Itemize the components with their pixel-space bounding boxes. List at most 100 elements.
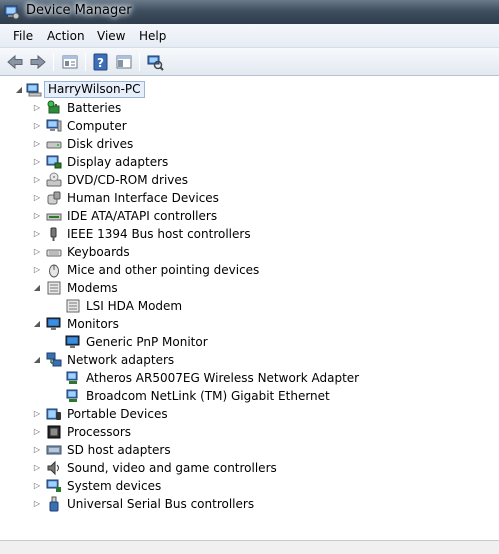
monitor-device-icon [65,335,80,348]
expand-arrow-icon[interactable]: ▷ [32,228,42,240]
dvd-drive-icon [46,172,62,187]
back-icon[interactable] [6,53,24,71]
computer-icon [46,119,62,132]
expand-arrow-icon[interactable]: ▷ [32,444,42,456]
collapse-arrow-icon[interactable]: ◢ [14,84,24,96]
tree-category[interactable]: ▷ Universal Serial Bus controllers [0,495,499,513]
network-adapter-icon [46,352,62,367]
tree-device-label: Atheros AR5007EG Wireless Network Adapte… [86,371,360,385]
tree-category[interactable]: ▷ Computer [0,117,499,135]
menu-help[interactable]: Help [139,29,166,43]
title-bar[interactable]: Device Manager [0,0,499,24]
tree-category-label: IDE ATA/ATAPI controllers [67,209,218,223]
tree-category-label: Universal Serial Bus controllers [67,497,255,511]
tree-category-label: Batteries [67,101,122,115]
tree-category-label: Disk drives [67,137,134,151]
expand-arrow-icon[interactable]: ▷ [32,138,42,150]
tree-category[interactable]: ▷ IDE ATA/ATAPI controllers [0,207,499,225]
menu-action[interactable]: Action [47,29,85,43]
expand-arrow-icon[interactable]: ▷ [32,264,42,276]
collapse-arrow-icon[interactable]: ◢ [32,318,42,330]
tree-device-label: Broadcom NetLink (TM) Gigabit Ethernet [86,389,330,403]
toolbar: ? [0,48,499,76]
tree-category-label: IEEE 1394 Bus host controllers [67,227,251,241]
tree-device[interactable]: Atheros AR5007EG Wireless Network Adapte… [0,369,499,387]
battery-icon [47,100,60,114]
tree-category[interactable]: ◢ Monitors [0,315,499,333]
expand-arrow-icon[interactable]: ▷ [32,498,42,510]
tree-category[interactable]: ▷ System devices [0,477,499,495]
tree-category[interactable]: ▷ DVD/CD-ROM drives [0,171,499,189]
keyboard-icon [46,249,62,257]
tree-category[interactable]: ▷ Display adapters [0,153,499,171]
svg-text:?: ? [97,56,104,70]
tree-category-label: Monitors [67,317,119,331]
help-icon[interactable]: ? [92,53,110,71]
console-tree-icon[interactable] [115,53,133,71]
tree-device-label: LSI HDA Modem [86,299,183,313]
expand-arrow-icon[interactable]: ▷ [32,156,42,168]
portable-device-icon [46,408,61,420]
tree-category[interactable]: ◢ Modems [0,279,499,297]
menu-view[interactable]: View [97,29,125,43]
expand-arrow-icon[interactable]: ▷ [32,246,42,258]
network-device-icon [66,371,78,384]
menu-bar: File Action View Help [0,24,499,48]
tree-category-label: Sound, video and game controllers [67,461,277,475]
tree-category[interactable]: ▷ IEEE 1394 Bus host controllers [0,225,499,243]
modem-icon [47,281,61,295]
tree-root[interactable]: ◢ HarryWilson-PC [0,81,499,99]
expand-arrow-icon[interactable]: ▷ [32,192,42,204]
expand-arrow-icon[interactable]: ▷ [32,102,42,114]
device-manager-icon [4,5,20,20]
tree-category[interactable]: ▷ Human Interface Devices [0,189,499,207]
tree-category[interactable]: ▷ Batteries [0,99,499,117]
mouse-icon [49,264,59,278]
tree-category[interactable]: ▷ Sound, video and game controllers [0,459,499,477]
computer-icon [26,83,42,97]
collapse-arrow-icon[interactable]: ◢ [32,282,42,294]
tree-category-label: Portable Devices [67,407,168,421]
tree-category-label: Processors [67,425,132,439]
menu-file[interactable]: File [13,29,33,43]
tree-category[interactable]: ▷ Disk drives [0,135,499,153]
properties-icon[interactable] [61,53,79,71]
tree-category-label: SD host adapters [67,443,171,457]
tree-category-label: Keyboards [67,245,130,259]
root-computer-label: HarryWilson-PC [44,81,145,98]
tree-device[interactable]: Broadcom NetLink (TM) Gigabit Ethernet [0,387,499,405]
expand-arrow-icon[interactable]: ▷ [32,426,42,438]
expand-arrow-icon[interactable]: ▷ [32,120,42,132]
forward-icon[interactable] [29,53,47,71]
tree-category[interactable]: ▷ Mice and other pointing devices [0,261,499,279]
scan-hardware-icon[interactable] [146,53,164,71]
tree-category-label: Mice and other pointing devices [67,263,260,277]
tree-category[interactable]: ▷ Processors [0,423,499,441]
toolbar-separator [139,53,140,71]
tree-category[interactable]: ▷ Portable Devices [0,405,499,423]
tree-category[interactable]: ◢ Network adapters [0,351,499,369]
modem-device-icon [66,299,80,313]
tree-category-label: Modems [67,281,118,295]
tree-category[interactable]: ▷ SD host adapters [0,441,499,459]
hid-icon [47,191,61,205]
display-adapter-icon [46,155,62,169]
network-device-icon [66,389,78,402]
expand-arrow-icon[interactable]: ▷ [32,210,42,222]
expand-arrow-icon[interactable]: ▷ [32,462,42,474]
tree-category-label: Display adapters [67,155,169,169]
tree-category-label: Human Interface Devices [67,191,219,205]
toolbar-separator [53,53,54,71]
tree-category-label: System devices [67,479,162,493]
tree-category-label: Computer [67,119,127,133]
tree-device[interactable]: LSI HDA Modem [0,297,499,315]
expand-arrow-icon[interactable]: ▷ [32,408,42,420]
tree-category-label: DVD/CD-ROM drives [67,173,189,187]
expand-arrow-icon[interactable]: ▷ [32,480,42,492]
expand-arrow-icon[interactable]: ▷ [32,174,42,186]
collapse-arrow-icon[interactable]: ◢ [32,354,42,366]
tree-device[interactable]: Generic PnP Monitor [0,333,499,351]
tree-category[interactable]: ▷ Keyboards [0,243,499,261]
tree-category-label: Network adapters [67,353,175,367]
processor-icon [47,425,61,439]
